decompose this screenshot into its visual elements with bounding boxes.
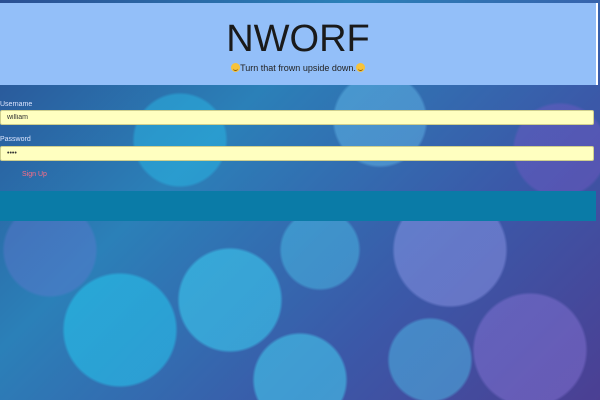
tagline: Turn that frown upside down. <box>0 62 596 74</box>
sign-up-button[interactable]: Sign Up <box>22 171 47 178</box>
username-label: Username <box>0 101 33 108</box>
page: NWORF Turn that frown upside down. Usern… <box>0 0 600 400</box>
password-input[interactable] <box>0 146 594 161</box>
username-input[interactable] <box>0 110 594 125</box>
brand-title: NWORF <box>226 18 370 60</box>
smiley-left-icon <box>231 63 241 72</box>
smiley-right-icon <box>355 63 365 72</box>
footer-strip <box>0 191 596 221</box>
tagline-text: Turn that frown upside down. <box>240 63 356 73</box>
header-banner: NWORF Turn that frown upside down. <box>0 3 598 85</box>
password-label: Password <box>0 136 31 143</box>
